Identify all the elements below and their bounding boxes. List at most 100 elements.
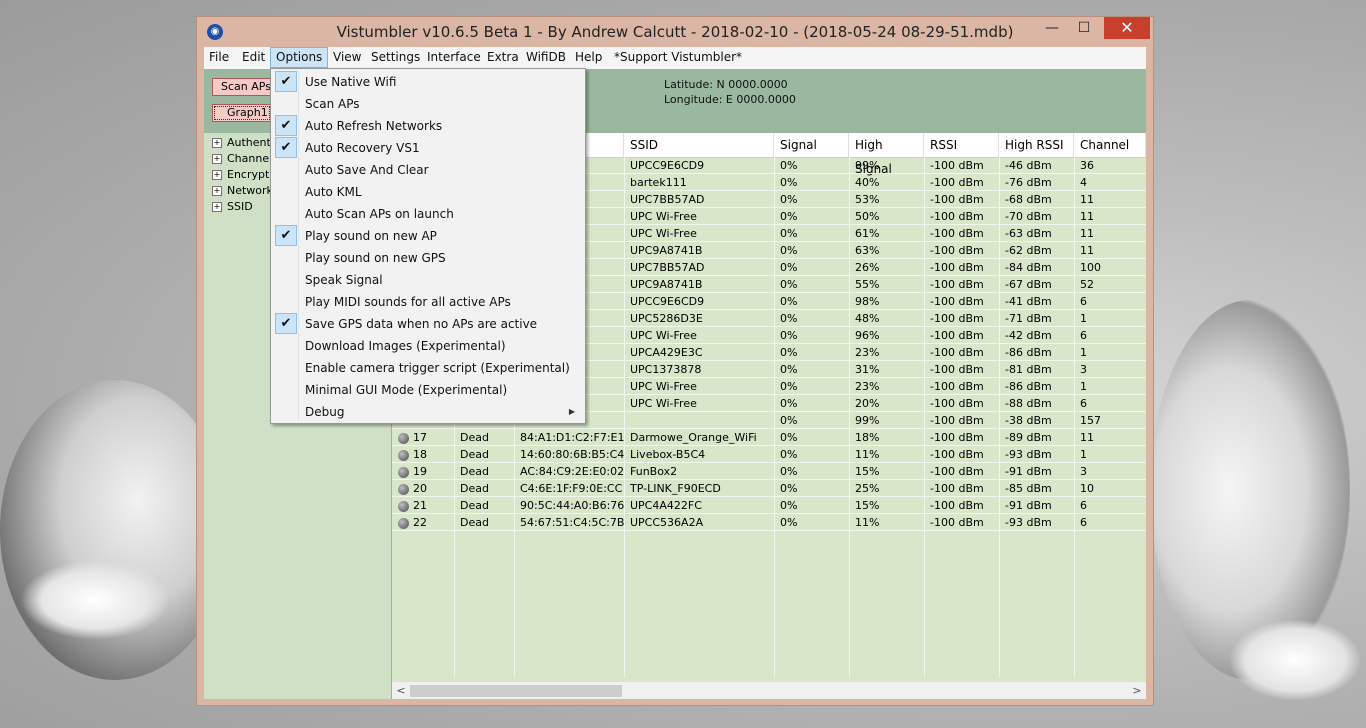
options-menu-item[interactable]: ✔ Auto Recovery VS1 <box>273 137 583 159</box>
column-header-rssi[interactable]: RSSI <box>924 133 999 157</box>
table-row[interactable]: 20 Dead C4:6E:1F:F9:0E:CC TP-LINK_F90ECD 0% 2… <box>392 480 1146 497</box>
cell-high-rssi: -91 dBm <box>1005 465 1052 478</box>
options-menu-item[interactable]: Speak Signal <box>273 269 583 291</box>
scan-aps-button[interactable]: Scan APs <box>212 78 272 96</box>
options-menu-item[interactable]: ✔ Save GPS data when no APs are active <box>273 313 583 335</box>
cell-channel: 10 <box>1080 482 1094 495</box>
menu-file[interactable]: File <box>204 47 234 68</box>
cell-num: 17 <box>392 429 454 446</box>
cell-rssi: -100 dBm <box>930 431 984 444</box>
options-menu-item-label: Auto Refresh Networks <box>305 119 443 133</box>
cell-num: 21 <box>392 497 454 514</box>
expand-icon[interactable]: + <box>212 202 222 212</box>
cell-signal: 0% <box>780 210 798 223</box>
cell-status: Dead <box>460 499 489 512</box>
scroll-left-arrow-icon[interactable]: < <box>392 682 410 699</box>
scrollbar-thumb[interactable] <box>410 685 622 697</box>
options-menu-item[interactable]: Scan APs <box>273 93 583 115</box>
cell-high-signal: 23% <box>855 380 880 393</box>
column-header-high-signal[interactable]: High Signal <box>849 133 924 176</box>
cell-signal: 0% <box>780 244 798 257</box>
table-row[interactable]: 22 Dead 54:67:51:C4:5C:7B UPCC536A2A 0% 11% -1… <box>392 514 1146 531</box>
cell-ssid: UPC Wi-Free <box>630 397 697 410</box>
options-menu-item[interactable]: Auto Save And Clear <box>273 159 583 181</box>
cell-high-rssi: -38 dBm <box>1005 414 1052 427</box>
table-row[interactable]: 19 Dead AC:84:C9:2E:E0:02 FunBox2 0% 15% -100 … <box>392 463 1146 480</box>
longitude-label: Longitude: E 0000.0000 <box>664 93 796 106</box>
cell-rssi: -100 dBm <box>930 278 984 291</box>
menu-check-slot <box>275 269 297 290</box>
cell-mac: 90:5C:44:A0:B6:76 <box>520 499 624 512</box>
graph-button[interactable]: Graph1 <box>212 104 272 122</box>
options-menu-item[interactable]: Download Images (Experimental) <box>273 335 583 357</box>
options-menu-item[interactable]: Play MIDI sounds for all active APs <box>273 291 583 313</box>
options-menu-item[interactable]: Enable camera trigger script (Experiment… <box>273 357 583 379</box>
cell-ssid: UPC Wi-Free <box>630 227 697 240</box>
expand-icon[interactable]: + <box>212 138 222 148</box>
cell-signal: 0% <box>780 312 798 325</box>
menu-help[interactable]: Help <box>570 47 607 68</box>
options-menu-item[interactable]: Auto Scan APs on launch <box>273 203 583 225</box>
scroll-right-arrow-icon[interactable]: > <box>1128 682 1146 699</box>
minimize-button[interactable]: — <box>1037 17 1067 39</box>
expand-icon[interactable]: + <box>212 186 222 196</box>
table-row[interactable]: 21 Dead 90:5C:44:A0:B6:76 UPC4A422FC 0% 15% -1… <box>392 497 1146 514</box>
menu-wifidb[interactable]: WifiDB <box>521 47 571 68</box>
menu-settings[interactable]: Settings <box>366 47 425 68</box>
checkmark-icon: ✔ <box>275 225 297 246</box>
tree-node-channel[interactable]: + Channel <box>212 151 272 167</box>
cell-num: 22 <box>392 514 454 531</box>
column-header-channel[interactable]: Channel <box>1074 133 1146 157</box>
menu-view[interactable]: View <box>328 47 366 68</box>
table-row[interactable]: 18 Dead 14:60:80:6B:B5:C4 Livebox-B5C4 0% 11%… <box>392 446 1146 463</box>
expand-icon[interactable]: + <box>212 170 222 180</box>
cell-signal: 0% <box>780 516 798 529</box>
menu-options[interactable]: Options <box>270 47 329 68</box>
cell-signal: 0% <box>780 193 798 206</box>
menu-bar: File Edit Options View Settings Interfac… <box>204 47 1146 70</box>
cell-mac: 54:67:51:C4:5C:7B <box>520 516 624 529</box>
close-button[interactable]: ✕ <box>1104 17 1150 39</box>
cell-high-signal: 55% <box>855 278 880 291</box>
cell-channel: 11 <box>1080 193 1094 206</box>
options-menu-item-label: Speak Signal <box>305 273 383 287</box>
options-menu-item-label: Auto Save And Clear <box>305 163 429 177</box>
options-menu-item[interactable]: Debug ▶ <box>273 401 583 423</box>
cell-high-rssi: -81 dBm <box>1005 363 1052 376</box>
cell-channel: 3 <box>1080 465 1087 478</box>
menu-extra[interactable]: Extra <box>482 47 524 68</box>
cell-channel: 100 <box>1080 261 1101 274</box>
options-menu-item[interactable]: ✔ Play sound on new AP <box>273 225 583 247</box>
table-row[interactable]: 17 Dead 84:A1:D1:C2:F7:E1 Darmowe_Orange_Wi… <box>392 429 1146 446</box>
options-dropdown-menu: ✔ Use Native Wifi Scan APs ✔ Auto Refresh Ne… <box>270 68 586 424</box>
title-bar[interactable]: ◉ Vistumbler v10.6.5 Beta 1 - By Andrew … <box>197 17 1153 47</box>
options-menu-item[interactable]: Play sound on new GPS <box>273 247 583 269</box>
maximize-button[interactable]: ☐ <box>1069 17 1099 39</box>
cell-signal: 0% <box>780 380 798 393</box>
cell-channel: 11 <box>1080 244 1094 257</box>
menu-edit[interactable]: Edit <box>237 47 270 68</box>
cell-high-signal: 98% <box>855 295 880 308</box>
cell-ssid: UPC9A8741B <box>630 278 703 291</box>
menu-interface[interactable]: Interface <box>422 47 486 68</box>
options-menu-item[interactable]: Minimal GUI Mode (Experimental) <box>273 379 583 401</box>
cell-signal: 0% <box>780 499 798 512</box>
cell-status: Dead <box>460 516 489 529</box>
tree-node-ssid[interactable]: + SSID <box>212 199 253 215</box>
options-menu-item-label: Play sound on new GPS <box>305 251 446 265</box>
cell-signal: 0% <box>780 227 798 240</box>
expand-icon[interactable]: + <box>212 154 222 164</box>
cell-rssi: -100 dBm <box>930 312 984 325</box>
cell-high-rssi: -85 dBm <box>1005 482 1052 495</box>
options-menu-item[interactable]: ✔ Use Native Wifi <box>273 71 583 93</box>
options-menu-item-label: Auto Scan APs on launch <box>305 207 454 221</box>
menu-support-vistumbler[interactable]: *Support Vistumbler* <box>609 47 747 68</box>
column-header-high-rssi[interactable]: High RSSI <box>999 133 1074 157</box>
options-menu-item[interactable]: ✔ Auto Refresh Networks <box>273 115 583 137</box>
column-header-signal[interactable]: Signal <box>774 133 849 157</box>
horizontal-scrollbar[interactable]: < > <box>392 681 1146 699</box>
cell-high-rssi: -67 dBm <box>1005 278 1052 291</box>
submenu-arrow-icon: ▶ <box>568 407 575 416</box>
column-header-ssid[interactable]: SSID <box>624 133 774 157</box>
options-menu-item[interactable]: Auto KML <box>273 181 583 203</box>
